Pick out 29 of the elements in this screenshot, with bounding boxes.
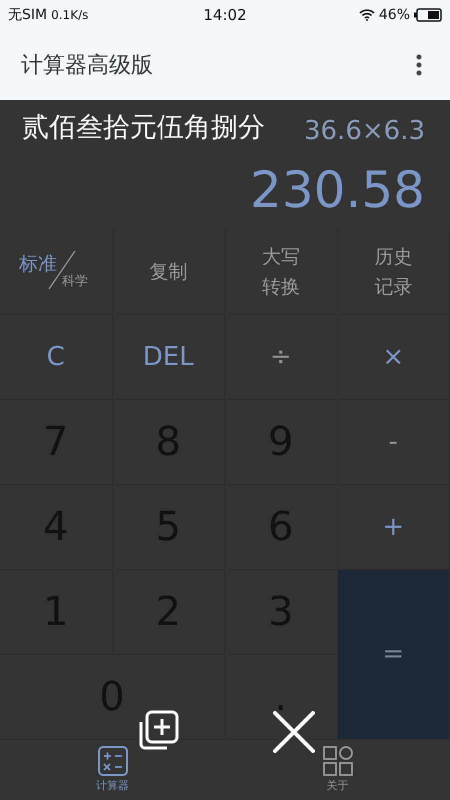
- calculator-key[interactable]: +: [338, 485, 450, 570]
- app-title: 计算器高级版: [21, 52, 154, 80]
- calculator-key[interactable]: C: [0, 315, 112, 400]
- function-button[interactable]: 大写转换: [225, 230, 338, 314]
- nav-tab[interactable]: 计算器: [0, 740, 225, 800]
- calculator-key[interactable]: -: [338, 400, 450, 485]
- mode-toggle[interactable]: 标准 科学: [0, 230, 112, 314]
- calculator-key[interactable]: ÷: [225, 315, 338, 400]
- function-button[interactable]: 复制: [112, 230, 225, 314]
- nav-tab[interactable]: 关于: [225, 740, 450, 800]
- calculator-icon: [98, 746, 128, 776]
- mode-label[interactable]: 科学: [62, 272, 88, 292]
- carrier-text: 无SIM: [8, 6, 48, 24]
- more-menu-icon[interactable]: [416, 54, 422, 76]
- grid-icon: [322, 746, 352, 776]
- battery-icon: [414, 8, 442, 22]
- calculator-key[interactable]: =: [338, 570, 450, 740]
- calculator-key[interactable]: ×: [338, 315, 450, 400]
- expression-text: 36.6×6.3: [304, 115, 425, 148]
- function-button[interactable]: 历史记录: [338, 230, 450, 314]
- overlay-text: 贰佰叁拾元伍角捌分: [22, 111, 265, 145]
- status-time: 14:02: [203, 4, 247, 26]
- mode-label[interactable]: 标准: [19, 250, 57, 278]
- battery-percent: 46%: [378, 6, 410, 24]
- result-text: 230.58: [250, 165, 425, 215]
- wifi-icon: [358, 9, 375, 21]
- network-speed: 0.1K/s: [51, 7, 88, 24]
- close-icon[interactable]: [272, 710, 316, 754]
- calculator-key[interactable]: DEL: [112, 315, 225, 400]
